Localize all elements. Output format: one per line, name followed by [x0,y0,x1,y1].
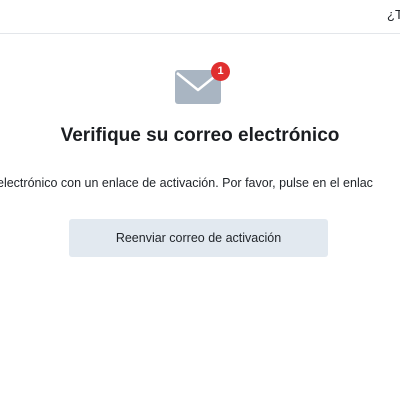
notification-badge: 1 [211,62,230,81]
mail-notification: 1 [175,62,233,106]
instruction-message: electrónico con un enlace de activación.… [0,176,373,190]
verify-email-page: ¿T 1 Verifique su correo electrónico ele… [0,0,400,400]
top-bar: ¿T [0,0,400,34]
resend-activation-button[interactable]: Reenviar correo de activación [69,219,328,257]
top-help-link[interactable]: ¿T [387,7,400,22]
page-title: Verifique su correo electrónico [60,125,340,146]
